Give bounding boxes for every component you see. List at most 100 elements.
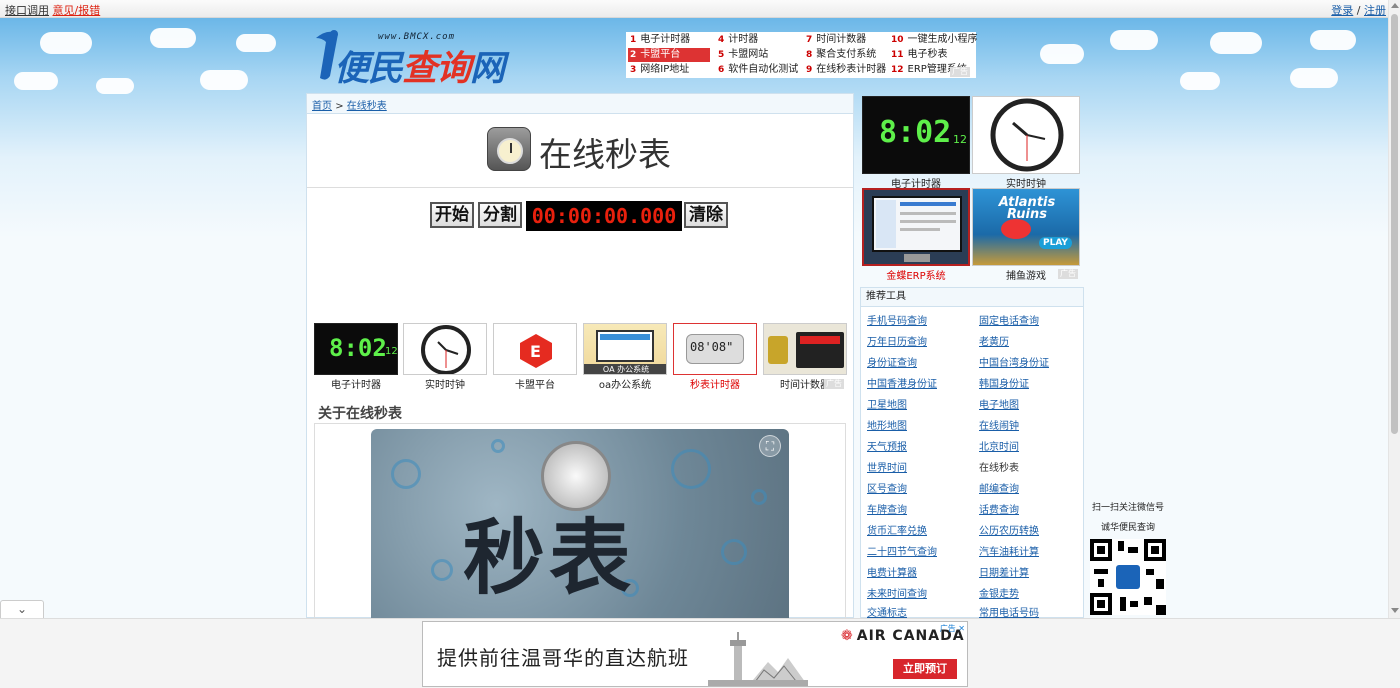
side-thumb-realtime-clock[interactable]: 实时时钟	[972, 96, 1080, 190]
thumb-realtime-clock[interactable]: 实时时钟	[403, 323, 487, 393]
scrollbar-thumb[interactable]	[1391, 14, 1398, 434]
about-title: 关于在线秒表	[318, 406, 402, 422]
top-bar: 接口调用 意见/报错 登录 / 注册	[0, 0, 1388, 18]
ad-badge[interactable]: 广告	[1058, 269, 1078, 279]
tool-link[interactable]: 地形地图	[867, 417, 907, 432]
feedback-link[interactable]: 意见/报错	[53, 4, 101, 17]
tool-link[interactable]: 常用电话号码	[979, 604, 1039, 619]
thumb-oa-system[interactable]: OA 办公系统 oa办公系统	[583, 323, 667, 393]
toplink-11[interactable]: 11 电子秒表	[891, 48, 975, 62]
auth-separator: /	[1356, 4, 1361, 17]
toplink-3[interactable]: 3 网络IP地址	[630, 63, 712, 77]
thumb-label: 电子计时器	[331, 380, 381, 391]
ad-cta-button[interactable]: 立即预订	[893, 659, 957, 679]
timer-display: 00:00:00.000	[526, 201, 682, 231]
banner-text: 秒表	[463, 511, 636, 606]
tool-link[interactable]: 万年日历查询	[867, 333, 927, 348]
thumb-label: 卡盟平台	[515, 380, 555, 391]
split-button[interactable]: 分割	[478, 202, 522, 228]
tool-link[interactable]: 二十四节气查询	[867, 543, 937, 558]
login-link[interactable]: 登录	[1331, 4, 1353, 17]
title-row: 在线秒表	[307, 114, 853, 188]
tool-link[interactable]: 中国台湾身份证	[979, 354, 1049, 369]
tool-link[interactable]: 老黄历	[979, 333, 1009, 348]
tool-link[interactable]: 未来时间查询	[867, 585, 927, 600]
breadcrumb-current[interactable]: 在线秒表	[347, 101, 387, 112]
tool-link[interactable]: 中国香港身份证	[867, 375, 937, 390]
tool-link[interactable]: 在线闹钟	[979, 417, 1019, 432]
ad-info-icon[interactable]: 广告 ✕	[940, 623, 965, 634]
clock-icon	[990, 98, 1064, 172]
tool-link[interactable]: 邮编查询	[979, 480, 1019, 495]
toplink-6[interactable]: 6 软件自动化测试	[718, 63, 802, 77]
tool-link[interactable]: 北京时间	[979, 438, 1019, 453]
thumb-stopwatch-timer[interactable]: 08'08" 秒表计时器	[673, 323, 757, 393]
tool-link[interactable]: 世界时间	[867, 459, 907, 474]
kameng-logo-icon: E	[520, 334, 552, 368]
recommended-tools: 推荐工具 手机号码查询 固定电话查询 万年日历查询 老黄历 身份证查询 中国台湾…	[860, 287, 1084, 619]
about-box: 秒表 ⛶	[314, 423, 846, 619]
scroll-down-icon[interactable]	[1391, 608, 1399, 613]
tool-link[interactable]: 固定电话查询	[979, 312, 1039, 327]
breadcrumb-sep: >	[335, 101, 344, 112]
side-thumb-electronic-timer[interactable]: 8:02 12 电子计时器	[862, 96, 970, 190]
tool-link[interactable]: 手机号码查询	[867, 312, 927, 327]
thumb-kameng[interactable]: E 卡盟平台	[493, 323, 577, 393]
site-logo[interactable]: www.BMCX.com 便民查询网	[312, 26, 542, 89]
stopwatch-banner: 秒表 ⛶	[371, 429, 789, 619]
toplink-1[interactable]: 1 电子计时器	[630, 33, 712, 47]
ad-badge[interactable]: 广告	[950, 67, 970, 77]
tool-link[interactable]: 韩国身份证	[979, 375, 1029, 390]
svg-text:E: E	[530, 342, 541, 361]
ad-headline: 提供前往温哥华的直达航班	[437, 646, 689, 670]
tool-link[interactable]: 货币汇率兑换	[867, 522, 927, 537]
scrollbar[interactable]	[1388, 0, 1400, 618]
qr-account: 诚华便民查询	[1100, 523, 1155, 533]
register-link[interactable]: 注册	[1364, 4, 1386, 17]
toplink-9[interactable]: 9 在线秒表计时器	[806, 63, 890, 77]
stopwatch-icon	[487, 127, 531, 171]
side-thumb-kingdee-erp[interactable]: 金蝶ERP系统	[862, 188, 970, 282]
toplink-2[interactable]: 2 卡盟平台	[628, 48, 710, 62]
start-button[interactable]: 开始	[430, 202, 474, 228]
expand-image-icon[interactable]: ⛶	[759, 435, 781, 457]
bottom-ad[interactable]: 提供前往温哥华的直达航班 ❁ AIR CANADA 立即预订 广告 ✕	[422, 621, 968, 687]
toplink-10[interactable]: 10 一键生成小程序	[891, 33, 978, 47]
breadcrumb: 首页 > 在线秒表	[307, 94, 853, 114]
thumb-electronic-timer[interactable]: 8:02 12 电子计时器	[314, 323, 398, 393]
tool-link[interactable]: 汽车油耗计算	[979, 543, 1039, 558]
collapse-ad-button[interactable]: ⌄	[0, 600, 44, 618]
api-link[interactable]: 接口调用	[5, 4, 49, 17]
ad-badge[interactable]: 广告	[824, 379, 844, 389]
tool-link[interactable]: 卫星地图	[867, 396, 907, 411]
clear-button[interactable]: 清除	[684, 202, 728, 228]
tool-link[interactable]: 身份证查询	[867, 354, 917, 369]
logo-name: 便民查询网	[334, 49, 505, 89]
scroll-up-icon[interactable]	[1391, 3, 1399, 8]
side-thumb-fishing-game[interactable]: Atlantis Ruins PLAY 捕鱼游戏	[972, 188, 1080, 282]
vancouver-skyline-icon	[708, 632, 808, 686]
tool-link[interactable]: 电费计算器	[867, 564, 917, 579]
tool-link[interactable]: 电子地图	[979, 396, 1019, 411]
clock-icon	[421, 325, 471, 374]
tool-link[interactable]: 金银走势	[979, 585, 1019, 600]
tool-current: 在线秒表	[979, 463, 1019, 474]
breadcrumb-home[interactable]: 首页	[312, 101, 332, 112]
tool-link[interactable]: 天气预报	[867, 438, 907, 453]
wechat-qr: 扫一扫关注微信号 诚华便民查询	[1088, 500, 1168, 615]
tool-link[interactable]: 公历农历转换	[979, 522, 1039, 537]
tool-link[interactable]: 区号查询	[867, 480, 907, 495]
toplink-5[interactable]: 5 卡盟网站	[718, 48, 802, 62]
tool-link[interactable]: 车牌查询	[867, 501, 907, 516]
maple-leaf-icon: ❁	[841, 628, 854, 644]
toplink-4[interactable]: 4 计时器	[718, 33, 802, 47]
thumb-label: 秒表计时器	[690, 380, 740, 391]
tool-link[interactable]: 交通标志	[867, 604, 907, 619]
tools-header: 推荐工具	[861, 288, 1083, 307]
side-thumb-label: 金蝶ERP系统	[886, 271, 946, 282]
tool-link[interactable]: 日期差计算	[979, 564, 1029, 579]
toplink-8[interactable]: 8 聚合支付系统	[806, 48, 890, 62]
toplink-7[interactable]: 7 时间计数器	[806, 33, 890, 47]
tool-link[interactable]: 话费查询	[979, 501, 1019, 516]
qr-code-icon	[1090, 539, 1166, 615]
